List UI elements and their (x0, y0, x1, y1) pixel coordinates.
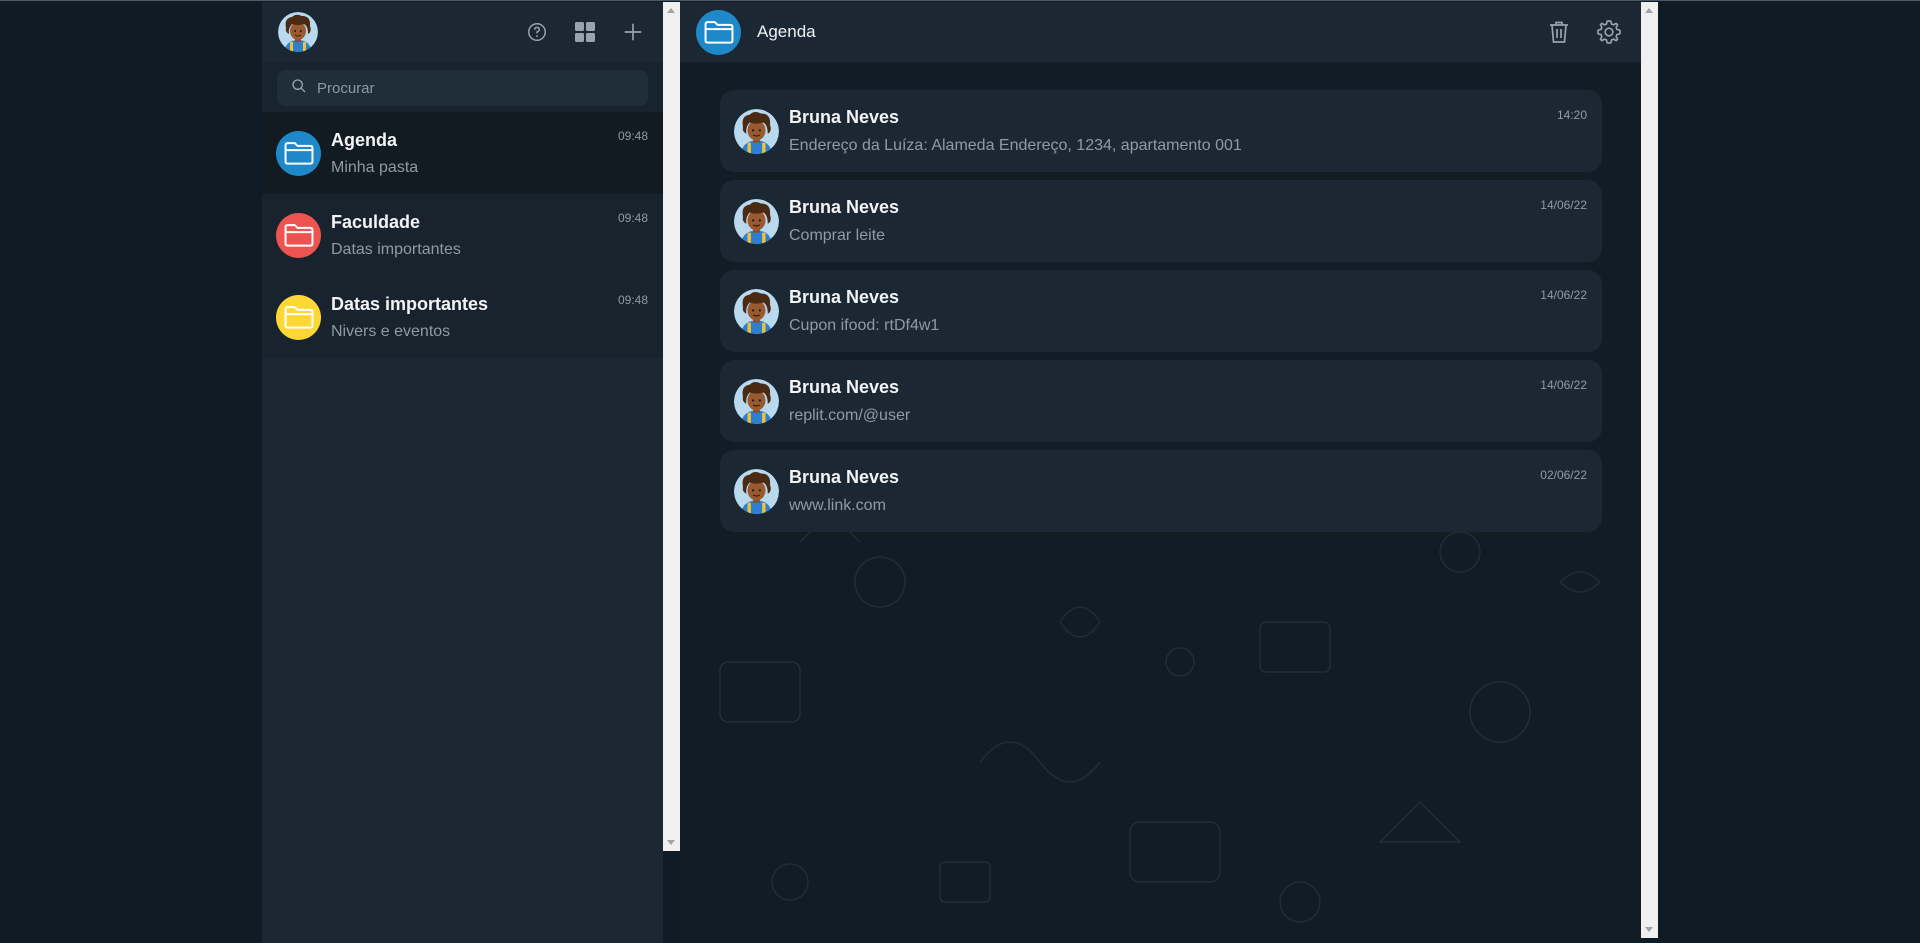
sidebar-scrollbar[interactable] (663, 2, 680, 851)
note-time: 02/06/22 (1540, 468, 1587, 482)
folder-name: Datas importantes (331, 293, 489, 314)
note-author: Bruna Neves (789, 467, 900, 487)
folder-icon (276, 294, 321, 340)
folder-item[interactable]: Datas importantes Nivers e eventos 09:48 (262, 276, 663, 358)
folder-item[interactable]: Agenda Minha pasta 09:48 (262, 112, 663, 194)
folder-name: Agenda (331, 129, 398, 150)
folder-subtitle: Datas importantes (331, 240, 461, 258)
avatar (734, 109, 779, 154)
trash-icon[interactable] (1543, 16, 1575, 48)
note-item[interactable]: Bruna Neves Endereço da Luíza: Alameda E… (720, 90, 1602, 172)
note-author: Bruna Neves (789, 377, 900, 397)
sidebar: Agenda Minha pasta 09:48 Faculdade Datas… (262, 2, 680, 943)
search-input[interactable] (317, 79, 634, 97)
avatar (734, 199, 779, 244)
folder-time: 09:48 (617, 129, 648, 143)
note-text: Comprar leite (789, 227, 886, 244)
folder-icon (696, 9, 741, 55)
folder-icon (276, 130, 321, 176)
note-author: Bruna Neves (789, 107, 900, 127)
avatar (734, 469, 779, 514)
notes-list: Bruna Neves Endereço da Luíza: Alameda E… (720, 90, 1602, 540)
search-bar (262, 62, 663, 112)
note-item[interactable]: Bruna Neves Comprar leite 14/06/22 (720, 180, 1602, 262)
note-time: 14:20 (1556, 108, 1587, 122)
avatar (734, 379, 779, 424)
note-text: www.link.com (789, 497, 886, 514)
page-title: Agenda (757, 22, 816, 41)
note-time: 14/06/22 (1540, 198, 1587, 212)
avatar (734, 289, 779, 334)
main-panel: Agenda Bruna Neves Endereço da Luíza: Al… (680, 2, 1641, 943)
note-author: Bruna Neves (789, 287, 900, 307)
folder-item[interactable]: Faculdade Datas importantes 09:48 (262, 194, 663, 276)
folder-time: 09:48 (617, 211, 648, 225)
note-time: 14/06/22 (1540, 378, 1587, 392)
folder-time: 09:48 (617, 293, 648, 307)
note-item[interactable]: Bruna Neves www.link.com 02/06/22 (720, 450, 1602, 532)
main-header: Agenda (680, 2, 1641, 62)
search-box (277, 70, 648, 106)
folder-subtitle: Minha pasta (331, 158, 419, 176)
note-time: 14/06/22 (1540, 288, 1587, 302)
grid-icon[interactable] (571, 18, 599, 46)
folder-icon (276, 212, 321, 258)
note-text: Endereço da Luíza: Alameda Endereço, 123… (789, 137, 1242, 154)
folder-list: Agenda Minha pasta 09:48 Faculdade Datas… (262, 112, 663, 358)
folder-name: Faculdade (331, 211, 421, 232)
avatar[interactable] (278, 12, 318, 52)
note-text: Cupon ifood: rtDf4w1 (789, 317, 940, 334)
note-author: Bruna Neves (789, 197, 900, 217)
search-icon (291, 78, 307, 99)
folder-subtitle: Nivers e eventos (331, 322, 451, 340)
note-item[interactable]: Bruna Neves replit.com/@user 14/06/22 (720, 360, 1602, 442)
plus-icon[interactable] (619, 18, 647, 46)
gear-icon[interactable] (1593, 16, 1625, 48)
note-item[interactable]: Bruna Neves Cupon ifood: rtDf4w1 14/06/2… (720, 270, 1602, 352)
help-circle-icon[interactable] (523, 18, 551, 46)
main-scrollbar[interactable] (1641, 2, 1658, 938)
note-text: replit.com/@user (789, 407, 911, 424)
sidebar-header (262, 2, 663, 62)
